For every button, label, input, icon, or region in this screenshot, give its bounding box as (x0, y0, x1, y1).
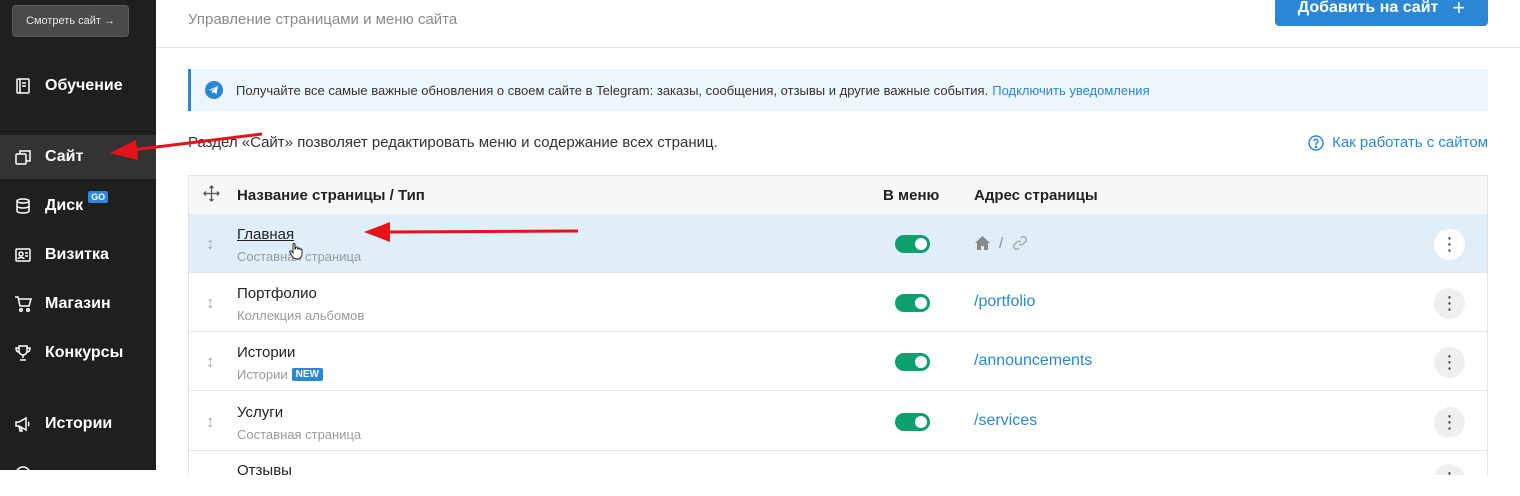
drag-handle-icon[interactable]: ↕ (206, 352, 215, 372)
id-card-icon (13, 245, 33, 265)
page-subtitle: Управление страницами и меню сайта (188, 11, 458, 28)
address-text: / (999, 234, 1004, 252)
trophy-icon (13, 343, 33, 363)
sidebar-item-label: Истории (45, 415, 113, 432)
sidebar-item-label: Конкурсы (45, 344, 124, 361)
sidebar-item-disk[interactable]: Диск GO (0, 184, 156, 228)
column-header-address[interactable]: Адрес страницы (974, 187, 1098, 204)
telegram-notice: Получайте все самые важные обновления о … (188, 69, 1488, 111)
how-to-work-link[interactable]: Как работать с сайтом (1308, 134, 1488, 151)
page-address-link[interactable]: /portfolio (974, 293, 1035, 311)
more-options-button[interactable]: ⋮ (1434, 229, 1465, 260)
pages-icon (13, 147, 33, 167)
column-header-name[interactable]: Название страницы / Тип (237, 187, 425, 204)
home-address[interactable]: / (974, 234, 1029, 252)
book-icon (13, 76, 33, 96)
table-row[interactable]: Отзывы ⋮ (189, 452, 1487, 475)
sidebar-item-card[interactable]: Визитка (0, 233, 156, 277)
in-menu-toggle[interactable] (895, 413, 930, 431)
question-circle-icon (1308, 134, 1324, 151)
table-row[interactable]: ↕ Истории Истории NEW /announcements ⋮ (189, 332, 1487, 391)
add-button-label: Добавить на сайт (1297, 0, 1439, 16)
new-badge: NEW (291, 368, 323, 381)
header-divider (156, 47, 1520, 48)
sidebar-item-label: Магазин (45, 295, 111, 312)
drag-handle-icon[interactable]: ↕ (206, 293, 215, 313)
go-badge: GO (88, 191, 109, 203)
telegram-icon (205, 81, 223, 99)
sidebar-item-site[interactable]: Сайт (0, 135, 156, 179)
section-description: Раздел «Сайт» позволяет редактировать ме… (188, 134, 718, 151)
sidebar-item-label: Обучение (45, 77, 123, 94)
page-address-link[interactable]: /announcements (974, 352, 1092, 370)
drag-handle-icon[interactable]: ↕ (206, 412, 215, 432)
sidebar-item-label: Визитка (45, 246, 109, 263)
help-link-label: Как работать с сайтом (1332, 134, 1488, 151)
hand-cursor-icon (289, 243, 303, 260)
in-menu-toggle[interactable] (895, 353, 930, 371)
sidebar-item-learning[interactable]: Обучение (0, 64, 156, 108)
pages-table: Название страницы / Тип В меню Адрес стр… (188, 175, 1488, 475)
sidebar-item-label: Диск (45, 197, 84, 214)
database-icon (13, 196, 33, 216)
notice-text: Получайте все самые важные обновления о … (236, 82, 989, 98)
table-row[interactable]: ↕ Главная Составная страница / ⋮ (189, 214, 1487, 273)
sidebar-item-next[interactable] (0, 452, 156, 496)
page-name-link[interactable]: Главная (237, 226, 294, 243)
cart-icon (13, 294, 33, 314)
megaphone-icon (13, 414, 33, 434)
column-header-in-menu[interactable]: В меню (883, 187, 939, 204)
link-icon[interactable] (1011, 234, 1029, 252)
view-site-button[interactable]: Смотреть сайт → (12, 5, 129, 37)
page-type: Истории NEW (237, 367, 323, 382)
page-address-link[interactable]: /services (974, 412, 1037, 430)
plus-icon: + (1452, 0, 1466, 20)
sidebar-item-contests[interactable]: Конкурсы (0, 331, 156, 375)
in-menu-toggle[interactable] (895, 235, 930, 253)
page-name-link[interactable]: Отзывы (237, 462, 292, 475)
table-header: Название страницы / Тип В меню Адрес стр… (189, 176, 1487, 215)
more-options-button[interactable]: ⋮ (1434, 288, 1465, 319)
page-type: Коллекция альбомов (237, 308, 365, 323)
page-type: Составная страница (237, 427, 362, 442)
circle-icon (13, 464, 33, 484)
sidebar: Смотреть сайт → Обучение Сайт Диск GO Ви… (0, 0, 156, 482)
add-to-site-button[interactable]: Добавить на сайт + (1275, 0, 1488, 26)
page-name-link[interactable]: Истории (237, 344, 295, 361)
in-menu-toggle[interactable] (895, 294, 930, 312)
sidebar-item-shop[interactable]: Магазин (0, 282, 156, 326)
home-icon (975, 236, 990, 250)
table-row[interactable]: ↕ Услуги Составная страница /services ⋮ (189, 392, 1487, 451)
sidebar-item-stories[interactable]: Истории (0, 402, 156, 446)
connect-notifications-link[interactable]: Подключить уведомления (992, 83, 1149, 98)
drag-handle-icon[interactable]: ↕ (206, 234, 215, 254)
more-options-button[interactable]: ⋮ (1434, 407, 1465, 438)
sidebar-item-label: Сайт (45, 148, 84, 165)
page-name-link[interactable]: Портфолио (237, 285, 317, 302)
table-row[interactable]: ↕ Портфолио Коллекция альбомов /portfoli… (189, 273, 1487, 332)
move-icon (203, 185, 220, 206)
more-options-button[interactable]: ⋮ (1434, 347, 1465, 378)
page-name-link[interactable]: Услуги (237, 404, 283, 421)
